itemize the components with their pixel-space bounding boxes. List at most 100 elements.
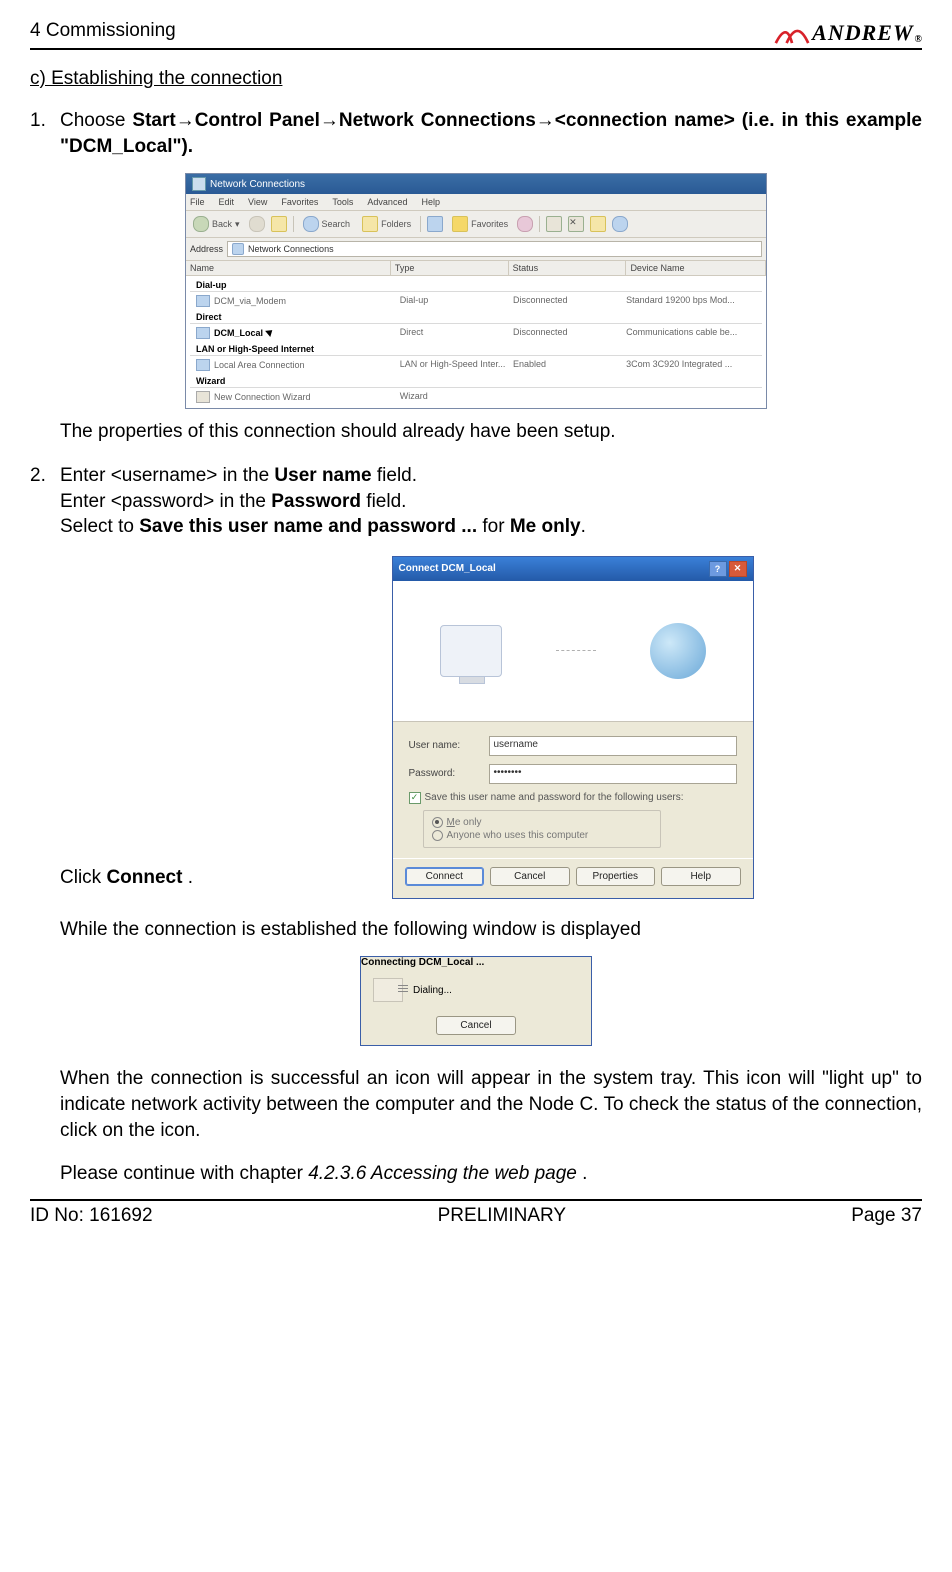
connection-icon (196, 359, 210, 371)
properties-button[interactable]: Properties (576, 867, 656, 886)
radio-anyone-label: Anyone who uses this computer (447, 830, 589, 841)
menu-bar[interactable]: File Edit View Favorites Tools Advanced … (186, 194, 766, 211)
menu-advanced[interactable]: Advanced (367, 197, 407, 207)
connecting-cancel-button[interactable]: Cancel (436, 1016, 516, 1035)
dialog-hero-image (393, 581, 753, 722)
star-icon (452, 216, 468, 232)
app-icon (192, 177, 206, 191)
address-label: Address (190, 244, 223, 254)
username-label: User name: (409, 740, 489, 751)
menu-edit[interactable]: Edit (219, 197, 235, 207)
menu-tools[interactable]: Tools (332, 197, 353, 207)
connection-icon (196, 391, 210, 403)
connect-dialog: Connect DCM_Local ? ✕ User name: usernam… (392, 556, 754, 899)
connection-row[interactable]: New Connection WizardWizard (186, 388, 766, 404)
connecting-dialog: Connecting DCM_Local ... Dialing... Canc… (360, 956, 592, 1046)
connecting-titlebar: Connecting DCM_Local ... (361, 957, 591, 968)
mouse-cursor-icon (267, 328, 275, 338)
click-label: Click (60, 867, 106, 888)
doc-status: PRELIMINARY (438, 1205, 566, 1227)
delete-icon[interactable]: ✕ (568, 216, 584, 232)
globe-icon (650, 623, 706, 679)
close-window-button[interactable]: ✕ (729, 561, 747, 577)
page-number: Page 37 (851, 1205, 922, 1227)
logo-swoosh-icon (774, 24, 810, 46)
toolbar: Back ▾ Search Folders Favorites ✕ (186, 211, 766, 238)
list-header: Name Type Status Device Name (186, 261, 766, 276)
folders-button[interactable]: Folders (359, 215, 414, 233)
username-input[interactable]: username (489, 736, 737, 756)
menu-view[interactable]: View (248, 197, 267, 207)
network-connections-window: Network Connections File Edit View Favor… (185, 173, 767, 409)
history-icon[interactable] (517, 216, 533, 232)
help-button[interactable]: Help (661, 867, 741, 886)
chapter-label: 4 Commissioning (30, 20, 176, 46)
properties-icon[interactable] (590, 216, 606, 232)
group-heading: LAN or High-Speed Internet (190, 340, 762, 356)
go-icon[interactable] (612, 216, 628, 232)
back-button[interactable]: Back ▾ (190, 215, 243, 233)
click-connect-word: Connect (106, 867, 182, 888)
logo-trademark-icon: ® (915, 34, 923, 45)
radio-me-only-label: Me only (447, 817, 482, 828)
radio-anyone[interactable] (432, 830, 443, 841)
path-start: Start→Control Panel→Network Connections→… (60, 110, 922, 157)
page-footer: ID No: 161692 PRELIMINARY Page 37 (30, 1199, 922, 1227)
save-scope-group: Me only Anyone who uses this computer (423, 810, 661, 848)
help-window-button[interactable]: ? (709, 561, 727, 577)
step-1: 1. Choose Start→Control Panel→Network Co… (30, 108, 922, 159)
window-titlebar: Network Connections (186, 174, 766, 194)
logo-text: ANDREW (812, 20, 913, 46)
step-number: 2. (30, 463, 60, 540)
connection-row[interactable]: Local Area ConnectionLAN or High-Speed I… (186, 356, 766, 372)
brand-logo: ANDREW® (774, 20, 922, 46)
connection-row[interactable]: DCM_LocalDirectDisconnectedCommunication… (186, 324, 766, 340)
menu-favorites[interactable]: Favorites (281, 197, 318, 207)
modem-icon (373, 978, 403, 1002)
properties-note: The properties of this connection should… (30, 419, 922, 445)
menu-help[interactable]: Help (421, 197, 440, 207)
connect-button[interactable]: Connect (405, 867, 485, 886)
views-icon[interactable] (427, 216, 443, 232)
group-heading: Dial-up (190, 276, 762, 292)
continue-line: Please continue with chapter 4.2.3.6 Acc… (30, 1161, 922, 1187)
window-title: Network Connections (210, 179, 305, 190)
cancel-button[interactable]: Cancel (490, 867, 570, 886)
back-icon (193, 216, 209, 232)
address-input[interactable]: Network Connections (227, 241, 762, 257)
connection-list: Dial-upDCM_via_ModemDial-upDisconnectedS… (186, 276, 766, 408)
success-paragraph: When the connection is successful an ico… (30, 1066, 922, 1143)
password-label: Password: (409, 768, 489, 779)
mail-icon[interactable] (546, 216, 562, 232)
connection-icon (196, 327, 210, 339)
forward-icon[interactable] (249, 216, 265, 232)
connecting-status: Dialing... (413, 985, 452, 996)
col-type[interactable]: Type (391, 261, 509, 275)
col-status[interactable]: Status (509, 261, 627, 275)
radio-me-only[interactable] (432, 817, 443, 828)
address-bar: Address Network Connections (186, 238, 766, 261)
save-credentials-label: Save this user name and password for the… (425, 792, 684, 803)
doc-id: ID No: 161692 (30, 1205, 153, 1227)
connection-row[interactable]: DCM_via_ModemDial-upDisconnectedStandard… (186, 292, 766, 308)
step-number: 1. (30, 108, 60, 159)
connecting-title: Connecting DCM_Local ... (361, 957, 484, 968)
dialog-titlebar: Connect DCM_Local ? ✕ (393, 557, 753, 581)
search-button[interactable]: Search (300, 215, 354, 233)
col-name[interactable]: Name (186, 261, 391, 275)
save-credentials-checkbox[interactable]: ✓ (409, 792, 421, 804)
page-header: 4 Commissioning ANDREW® (30, 20, 922, 50)
password-input[interactable]: •••••••• (489, 764, 737, 784)
group-heading: Direct (190, 308, 762, 324)
group-heading: Wizard (190, 372, 762, 388)
folders-icon (362, 216, 378, 232)
up-icon[interactable] (271, 216, 287, 232)
favorites-button[interactable]: Favorites (449, 215, 511, 233)
step-1-body: Choose Start→Control Panel→Network Conne… (60, 108, 922, 159)
step-2: 2. Enter <username> in the User name fie… (30, 463, 922, 540)
menu-file[interactable]: File (190, 197, 205, 207)
connection-icon (196, 295, 210, 307)
computer-icon (440, 625, 502, 677)
step-2-body: Enter <username> in the User name field.… (60, 463, 922, 540)
col-device[interactable]: Device Name (626, 261, 766, 275)
